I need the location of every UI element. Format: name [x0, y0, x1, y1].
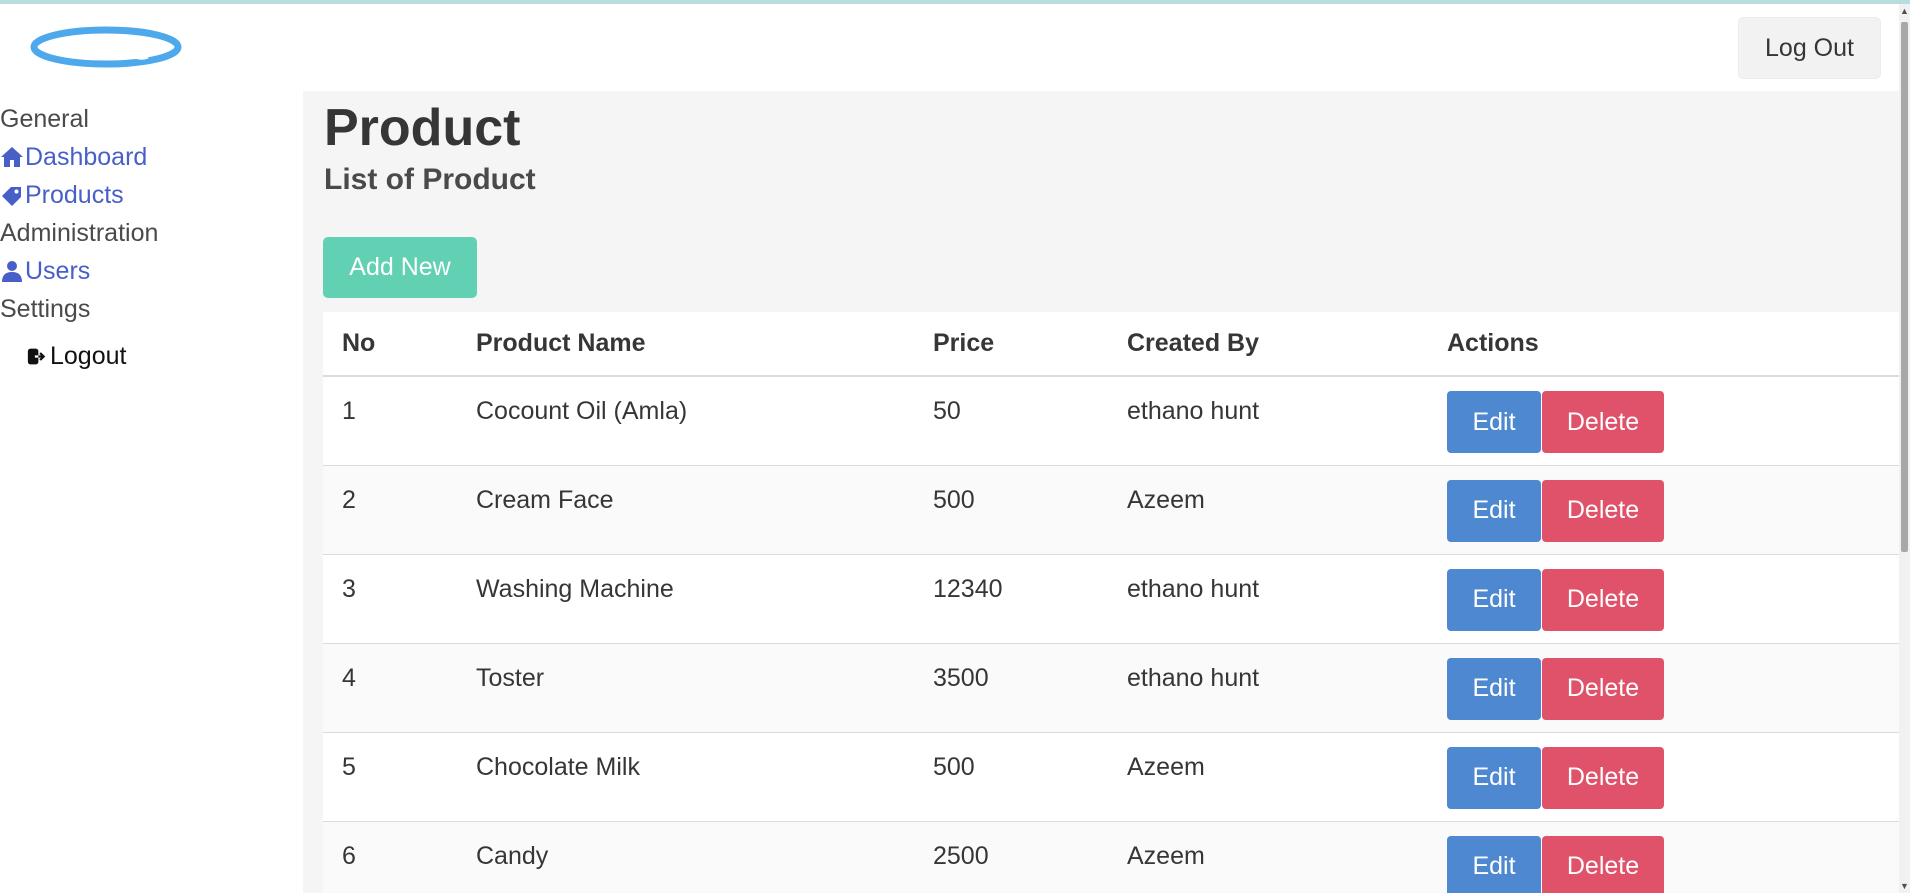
delete-button[interactable]: Delete: [1542, 391, 1664, 453]
cell-price: 12340: [914, 554, 1108, 644]
column-header-actions: Actions: [1428, 312, 1899, 377]
table-row: 1 Cocount Oil (Amla) 50 ethano hunt Edit…: [323, 376, 1899, 466]
edit-button[interactable]: Edit: [1447, 568, 1541, 631]
cell-actions: Edit Delete: [1428, 821, 1899, 893]
add-new-button[interactable]: Add New: [323, 237, 477, 298]
sidebar-item-dashboard[interactable]: Dashboard: [0, 138, 300, 176]
scroll-down-arrow-icon[interactable]: ▼: [1900, 881, 1909, 891]
cell-price: 500: [914, 465, 1108, 555]
column-header-created-by: Created By: [1108, 312, 1428, 377]
cell-actions: Edit Delete: [1428, 376, 1899, 466]
table-header-row: No Product Name Price Created By Actions: [323, 312, 1899, 377]
sign-out-icon: [27, 348, 46, 364]
delete-button[interactable]: Delete: [1542, 657, 1664, 720]
product-table: No Product Name Price Created By Actions…: [323, 312, 1899, 893]
brand-logo[interactable]: [30, 26, 182, 68]
column-header-no: No: [323, 312, 457, 377]
cell-no: 2: [323, 465, 457, 555]
table-row: 4 Toster 3500 ethano hunt Edit Delete: [323, 643, 1899, 733]
cell-product-name: Cream Face: [457, 465, 914, 555]
cell-created-by: Azeem: [1108, 465, 1428, 555]
cell-actions: Edit Delete: [1428, 465, 1899, 555]
cell-no: 5: [323, 732, 457, 822]
cell-created-by: Azeem: [1108, 821, 1428, 893]
table-row: 5 Chocolate Milk 500 Azeem Edit Delete: [323, 732, 1899, 822]
cell-product-name: Cocount Oil (Amla): [457, 376, 914, 466]
sidebar-item-logout[interactable]: Logout: [0, 332, 300, 380]
cell-product-name: Chocolate Milk: [457, 732, 914, 822]
cell-actions: Edit Delete: [1428, 732, 1899, 822]
home-icon: [1, 147, 23, 167]
cell-created-by: ethano hunt: [1108, 643, 1428, 733]
cell-no: 3: [323, 554, 457, 644]
cell-price: 50: [914, 376, 1108, 466]
sidebar-item-label: Products: [25, 181, 124, 209]
menu-label-settings: Settings: [0, 295, 91, 323]
scrollbar-thumb[interactable]: [1901, 22, 1908, 552]
cell-price: 500: [914, 732, 1108, 822]
delete-button[interactable]: Delete: [1542, 479, 1664, 542]
sidebar: General Dashboard Products Administratio…: [0, 100, 300, 380]
delete-button[interactable]: Delete: [1542, 746, 1664, 809]
sidebar-item-users[interactable]: Users: [0, 252, 300, 290]
scroll-up-arrow-icon[interactable]: ▲: [1900, 6, 1909, 16]
user-icon: [2, 261, 22, 282]
cell-no: 1: [323, 376, 457, 466]
cell-created-by: ethano hunt: [1108, 554, 1428, 644]
sidebar-item-label: Dashboard: [25, 143, 148, 171]
delete-button[interactable]: Delete: [1542, 835, 1664, 893]
cell-created-by: Azeem: [1108, 732, 1428, 822]
vertical-scrollbar[interactable]: ▲ ▼: [1899, 4, 1910, 893]
edit-button[interactable]: Edit: [1447, 657, 1541, 720]
delete-button[interactable]: Delete: [1542, 568, 1664, 631]
menu-label-administration: Administration: [0, 219, 159, 247]
sidebar-item-products[interactable]: Products: [0, 176, 300, 214]
page-subtitle: List of Product: [324, 163, 536, 196]
table-row: 2 Cream Face 500 Azeem Edit Delete: [323, 465, 1899, 555]
cell-product-name: Washing Machine: [457, 554, 914, 644]
cell-price: 2500: [914, 821, 1108, 893]
cell-price: 3500: [914, 643, 1108, 733]
cell-no: 4: [323, 643, 457, 733]
sidebar-item-label: Users: [25, 257, 91, 285]
cell-created-by: ethano hunt: [1108, 376, 1428, 466]
column-header-price: Price: [914, 312, 1108, 377]
table-row: 3 Washing Machine 12340 ethano hunt Edit…: [323, 554, 1899, 644]
sidebar-item-label: Logout: [50, 341, 127, 370]
edit-button[interactable]: Edit: [1447, 479, 1541, 542]
edit-button[interactable]: Edit: [1447, 746, 1541, 809]
table-row: 6 Candy 2500 Azeem Edit Delete: [323, 821, 1899, 893]
cell-product-name: Candy: [457, 821, 914, 893]
edit-button[interactable]: Edit: [1447, 391, 1541, 453]
cell-actions: Edit Delete: [1428, 554, 1899, 644]
cell-actions: Edit Delete: [1428, 643, 1899, 733]
cell-product-name: Toster: [457, 643, 914, 733]
cell-no: 6: [323, 821, 457, 893]
column-header-product-name: Product Name: [457, 312, 914, 377]
tag-icon: [2, 187, 21, 206]
product-table-container: No Product Name Price Created By Actions…: [323, 312, 1899, 893]
page-title: Product: [324, 99, 521, 157]
window-top-edge: [0, 0, 1910, 4]
edit-button[interactable]: Edit: [1447, 835, 1541, 893]
main-content: Product List of Product Add New No Produ…: [303, 91, 1899, 893]
menu-label-general: General: [0, 105, 89, 133]
log-out-button[interactable]: Log Out: [1738, 17, 1881, 79]
